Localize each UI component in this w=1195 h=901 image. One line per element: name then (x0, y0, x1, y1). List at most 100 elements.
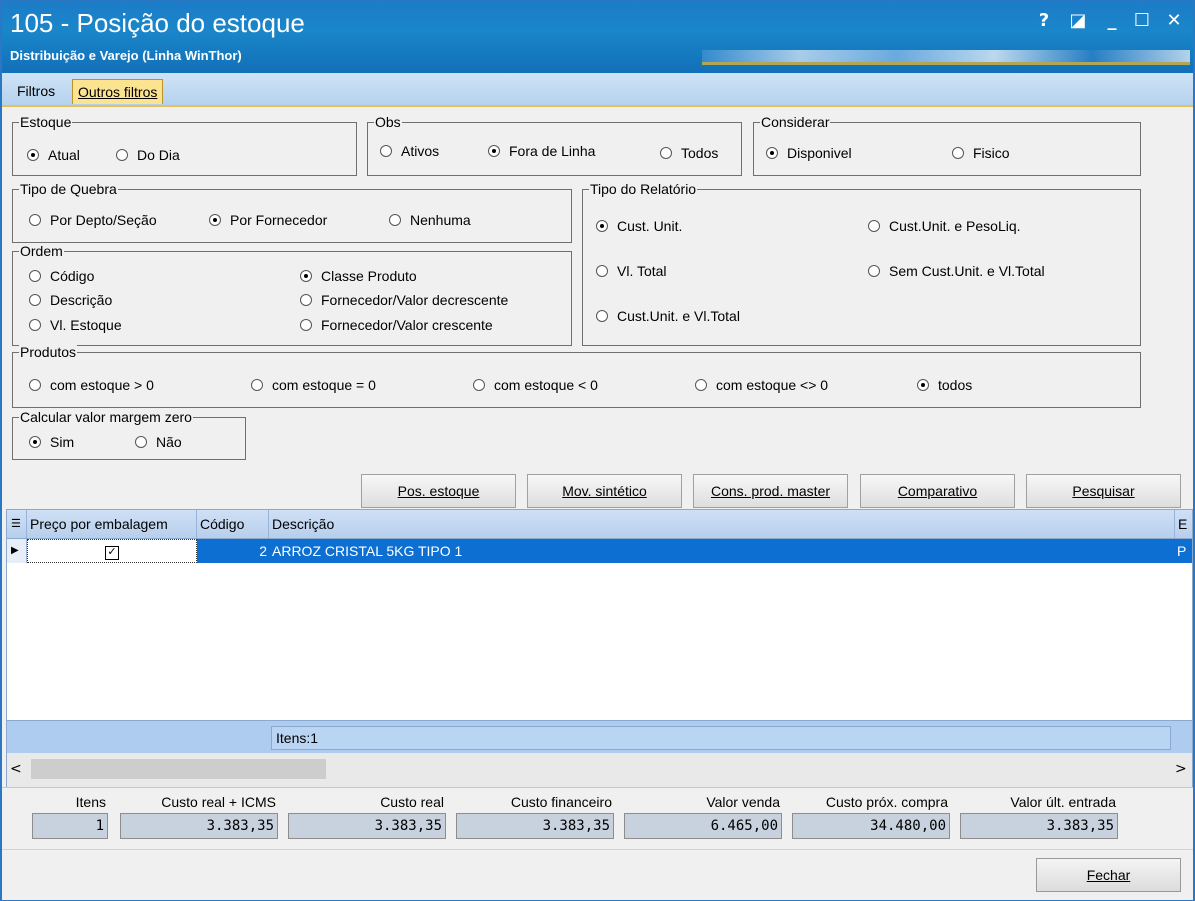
results-grid[interactable]: ☰ Preço por embalagem Código Descrição E… (6, 509, 1193, 789)
considerar-disponivel-radio[interactable]: Disponivel (766, 145, 852, 161)
scroll-left-icon[interactable]: < (10, 761, 22, 777)
window-subtitle: Distribuição e Varejo (Linha WinThor) (10, 48, 242, 63)
quebra-fornecedor-radio[interactable]: Por Fornecedor (209, 212, 327, 228)
radio-icon (596, 310, 608, 322)
fechar-button[interactable]: Fechar (1036, 858, 1181, 892)
help-icon[interactable]: ? (1030, 10, 1058, 31)
ordem-classe-produto-radio[interactable]: Classe Produto (300, 268, 417, 284)
obs-todos-radio[interactable]: Todos (660, 145, 718, 161)
margem-sim-radio[interactable]: Sim (29, 434, 74, 450)
tab-outros-filtros[interactable]: Outros filtros (72, 79, 164, 104)
ordem-vl-estoque-radio[interactable]: Vl. Estoque (29, 317, 122, 333)
column-chooser-icon[interactable]: ☰ (7, 510, 27, 538)
estoque-atual-radio[interactable]: Atual (27, 147, 80, 163)
tipo-relatorio-legend: Tipo do Relatório (589, 181, 698, 197)
obs-fora-de-linha-radio[interactable]: Fora de Linha (488, 143, 595, 159)
pos-estoque-button[interactable]: Pos. estoque (361, 474, 516, 508)
total-valor-venda-value: 6.465,00 (624, 813, 782, 839)
obs-group: Obs Ativos Fora de Linha Todos (367, 114, 742, 176)
totals-panel: Itens Custo real + ICMS Custo real Custo… (2, 787, 1193, 850)
window-title: 105 - Posição do estoque (10, 8, 305, 38)
considerar-fisico-radio[interactable]: Fisico (952, 145, 1010, 161)
comparativo-button[interactable]: Comparativo (860, 474, 1015, 508)
main-window: 105 - Posição do estoque Distribuição e … (0, 0, 1195, 901)
relatorio-cust-unit-vl-total-radio[interactable]: Cust.Unit. e Vl.Total (596, 308, 740, 324)
row-descricao: ARROZ CRISTAL 5KG TIPO 1 (269, 539, 1175, 563)
pesquisar-button[interactable]: Pesquisar (1026, 474, 1181, 508)
tipo-relatorio-group: Tipo do Relatório Cust. Unit. Cust.Unit.… (582, 181, 1141, 346)
estoque-legend: Estoque (19, 114, 73, 130)
col-codigo[interactable]: Código (197, 510, 269, 538)
estoque-group: Estoque Atual Do Dia (12, 114, 357, 176)
checkbox-checked-icon: ✓ (105, 546, 119, 561)
table-row[interactable]: ▶ ✓ 2 ARROZ CRISTAL 5KG TIPO 1 P (7, 539, 1192, 563)
restore-icon[interactable]: ◪ (1064, 10, 1092, 31)
total-custo-real-label: Custo real (380, 794, 444, 810)
total-valor-ult-entrada-label: Valor últ. entrada (1010, 794, 1116, 810)
radio-icon (29, 214, 41, 226)
produtos-todos-radio[interactable]: todos (917, 377, 972, 393)
radio-icon (29, 436, 41, 448)
col-preco-embalagem[interactable]: Preço por embalagem (27, 510, 197, 538)
col-extra[interactable]: E (1175, 510, 1192, 538)
total-valor-venda-label: Valor venda (706, 794, 780, 810)
quebra-nenhuma-radio[interactable]: Nenhuma (389, 212, 471, 228)
row-codigo: 2 (197, 539, 269, 563)
grid-header: ☰ Preço por embalagem Código Descrição E (7, 510, 1192, 539)
produtos-diferente-zero-radio[interactable]: com estoque <> 0 (695, 377, 828, 393)
radio-icon (251, 379, 263, 391)
radio-icon (300, 270, 312, 282)
relatorio-cust-unit-pesoliq-radio[interactable]: Cust.Unit. e PesoLiq. (868, 218, 1021, 234)
radio-icon (868, 265, 880, 277)
title-bar: 105 - Posição do estoque Distribuição e … (2, 2, 1193, 73)
margem-nao-radio[interactable]: Não (135, 434, 182, 450)
minimize-icon[interactable]: _ (1098, 10, 1126, 31)
blurred-header-info (702, 50, 1190, 65)
relatorio-sem-cust-radio[interactable]: Sem Cust.Unit. e Vl.Total (868, 263, 1045, 279)
radio-icon (473, 379, 485, 391)
quebra-depto-radio[interactable]: Por Depto/Seção (29, 212, 157, 228)
cons-prod-master-button[interactable]: Cons. prod. master (693, 474, 848, 508)
radio-icon (29, 319, 41, 331)
radio-icon (695, 379, 707, 391)
considerar-legend: Considerar (760, 114, 831, 130)
ordem-fornecedor-decrescente-radio[interactable]: Fornecedor/Valor decrescente (300, 292, 508, 308)
mov-sintetico-button[interactable]: Mov. sintético (527, 474, 682, 508)
ordem-codigo-radio[interactable]: Código (29, 268, 94, 284)
obs-ativos-radio[interactable]: Ativos (380, 143, 439, 159)
produtos-igual-zero-radio[interactable]: com estoque = 0 (251, 377, 376, 393)
produtos-maior-zero-radio[interactable]: com estoque > 0 (29, 377, 154, 393)
relatorio-vl-total-radio[interactable]: Vl. Total (596, 263, 667, 279)
col-descricao[interactable]: Descrição (269, 510, 1175, 538)
maximize-icon[interactable]: ☐ (1128, 10, 1156, 31)
tipo-quebra-legend: Tipo de Quebra (19, 181, 118, 197)
total-custo-financeiro-value: 3.383,35 (456, 813, 614, 839)
radio-icon (116, 149, 128, 161)
produtos-legend: Produtos (19, 344, 78, 360)
radio-icon (660, 147, 672, 159)
footer-bar: Fechar (2, 849, 1193, 900)
considerar-group: Considerar Disponivel Fisico (753, 114, 1141, 176)
ordem-fornecedor-crescente-radio[interactable]: Fornecedor/Valor crescente (300, 317, 493, 333)
ordem-group: Ordem Código Descrição Vl. Estoque Class… (12, 243, 572, 346)
scroll-right-icon[interactable]: > (1175, 761, 1187, 777)
close-icon[interactable]: ✕ (1160, 10, 1188, 31)
produtos-group: Produtos com estoque > 0 com estoque = 0… (12, 344, 1141, 408)
radio-icon (952, 147, 964, 159)
margem-group: Calcular valor margem zero Sim Não (12, 409, 246, 460)
radio-icon (389, 214, 401, 226)
total-itens-value: 1 (32, 813, 108, 839)
radio-icon (135, 436, 147, 448)
tab-filtros[interactable]: Filtros (12, 79, 60, 103)
estoque-do-dia-radio[interactable]: Do Dia (116, 147, 180, 163)
preco-embalagem-checkbox[interactable]: ✓ (27, 539, 197, 563)
total-custo-real-value: 3.383,35 (288, 813, 446, 839)
row-pointer-icon: ▶ (7, 539, 27, 563)
produtos-menor-zero-radio[interactable]: com estoque < 0 (473, 377, 598, 393)
radio-icon (917, 379, 929, 391)
relatorio-cust-unit-radio[interactable]: Cust. Unit. (596, 218, 682, 234)
scroll-thumb[interactable] (31, 759, 326, 779)
total-valor-ult-entrada-value: 3.383,35 (960, 813, 1118, 839)
horizontal-scrollbar[interactable]: < > (7, 753, 1192, 787)
ordem-descricao-radio[interactable]: Descrição (29, 292, 112, 308)
